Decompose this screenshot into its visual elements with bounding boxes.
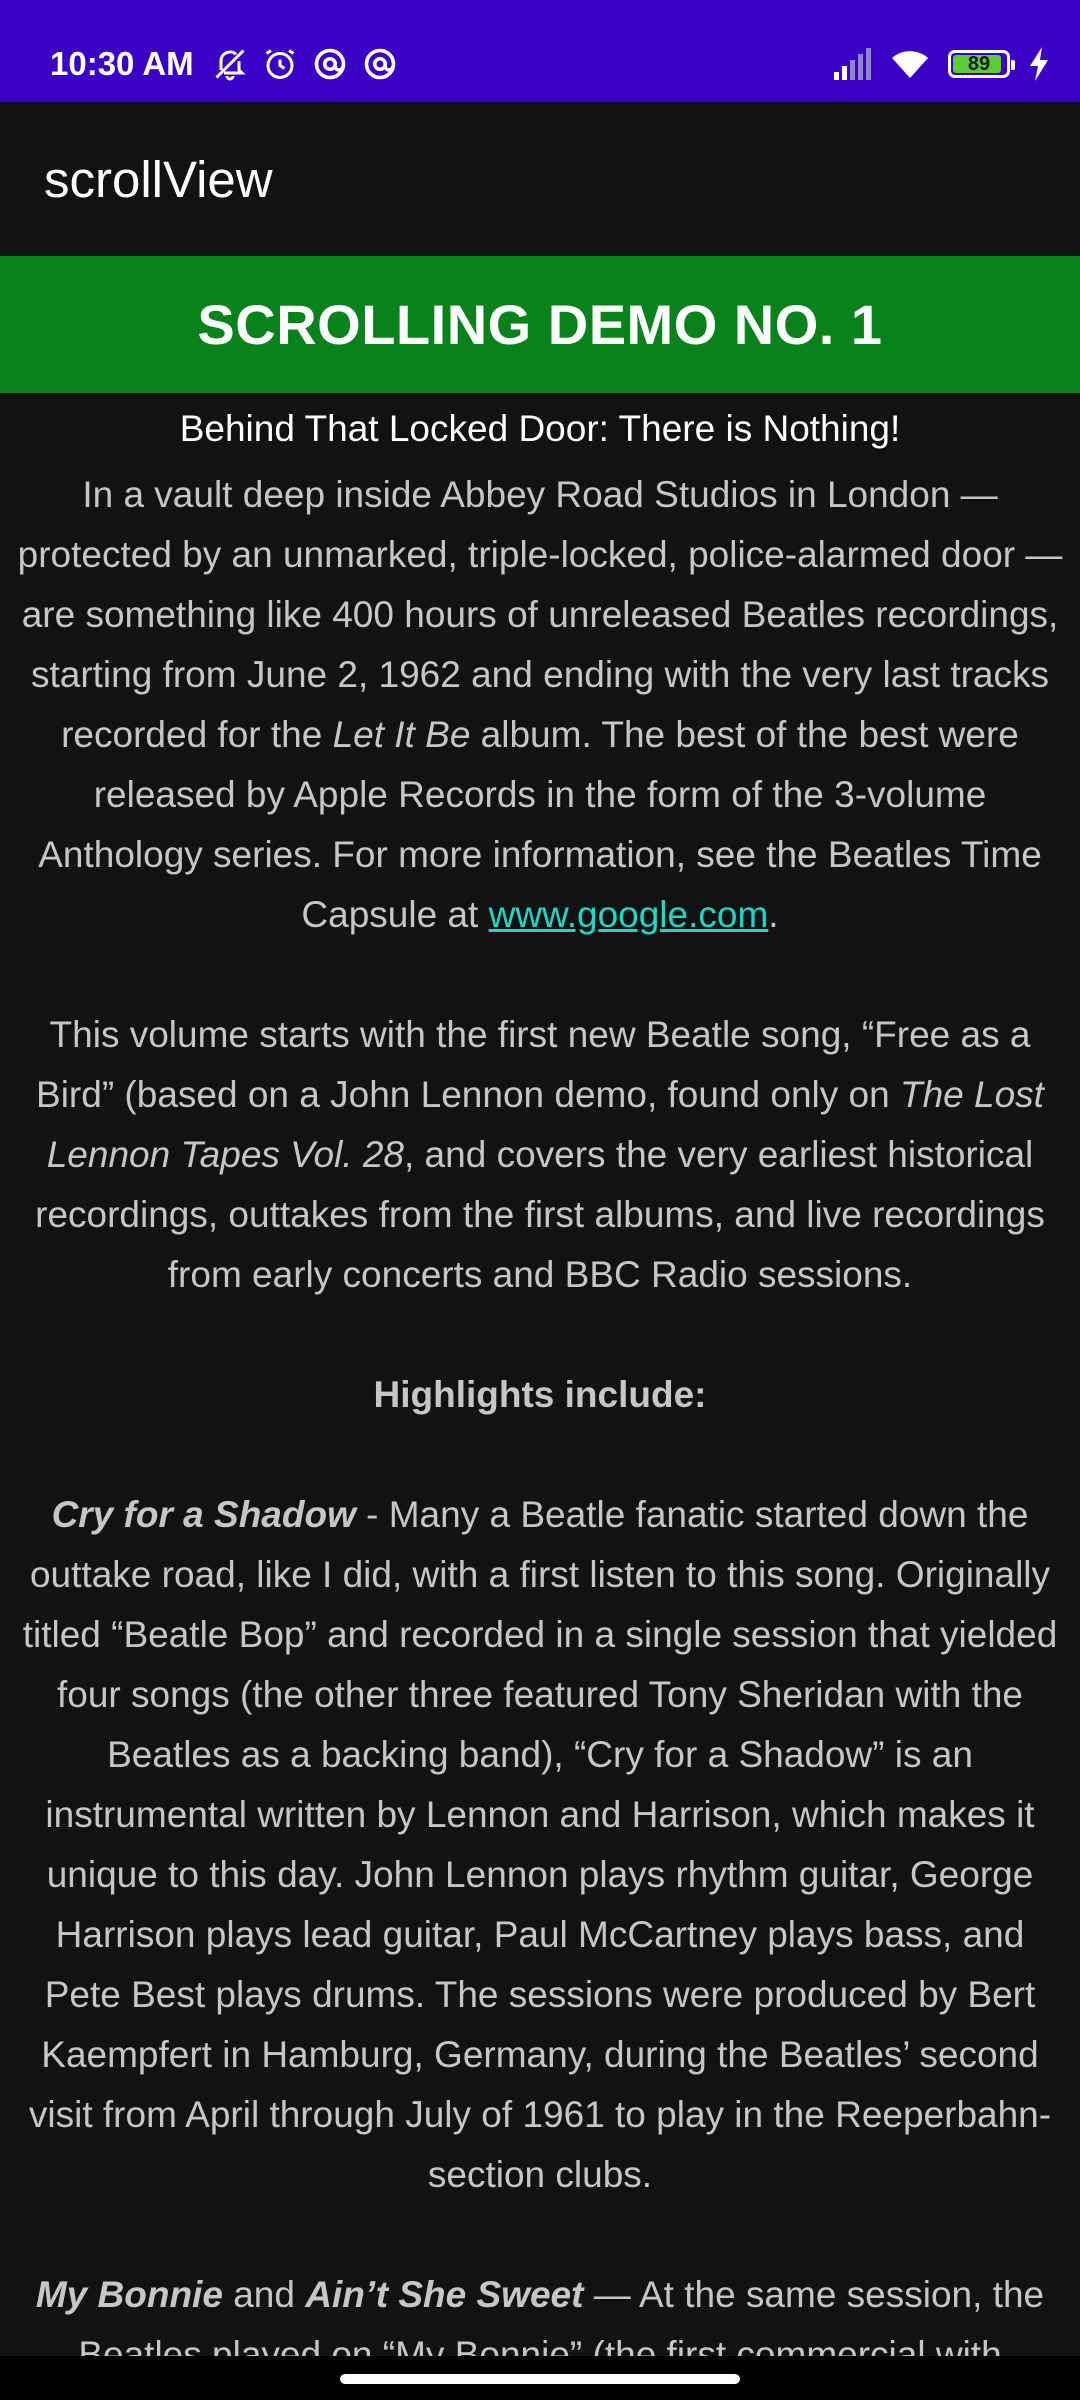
demo-banner: SCROLLING DEMO NO. 1	[0, 256, 1080, 393]
paragraph-cry-for-a-shadow: Cry for a Shadow - Many a Beatle fanatic…	[22, 1494, 1058, 2195]
at-sign-icon	[364, 48, 396, 80]
wifi-icon	[892, 51, 928, 78]
home-gesture-handle[interactable]	[340, 2374, 740, 2384]
battery-level: 89	[967, 53, 991, 75]
article-body: In a vault deep inside Abbey Road Studio…	[0, 457, 1080, 2356]
app-bar: scrollView	[0, 102, 1080, 256]
google-link[interactable]: www.google.com	[489, 894, 769, 935]
status-system-icons: 89	[832, 42, 1050, 86]
status-time: 10:30 AM	[50, 45, 194, 82]
song-title: Ain’t She Sweet	[305, 2274, 584, 2315]
at-sign-icon	[314, 48, 346, 80]
battery-icon: 89	[948, 50, 1015, 78]
paragraph-my-bonnie: My Bonnie and Ain’t She Sweet — At the s…	[35, 2274, 1045, 2356]
gesture-nav-bar	[0, 2356, 1080, 2400]
paragraph-intro: In a vault deep inside Abbey Road Studio…	[17, 474, 1063, 935]
banner-title: SCROLLING DEMO NO. 1	[197, 293, 883, 356]
paragraph-volume: This volume starts with the first new Be…	[35, 1014, 1045, 1295]
song-title: Cry for a Shadow	[51, 1494, 356, 1535]
status-notification-icons	[212, 42, 398, 86]
muted-bell-icon	[215, 49, 246, 81]
app-title: scrollView	[44, 151, 273, 208]
alarm-clock-icon	[265, 49, 295, 79]
song-title: My Bonnie	[35, 2274, 223, 2315]
article-subtitle: Behind That Locked Door: There is Nothin…	[179, 408, 901, 449]
cell-signal-icon	[834, 48, 871, 80]
status-bar: 10:30 AM 89	[0, 0, 1080, 102]
charging-bolt-icon	[1030, 47, 1048, 81]
scroll-view[interactable]: Behind That Locked Door: There is Nothin…	[0, 393, 1080, 2356]
album-title: Let It Be	[332, 714, 471, 755]
highlights-heading: Highlights include:	[373, 1374, 707, 1415]
